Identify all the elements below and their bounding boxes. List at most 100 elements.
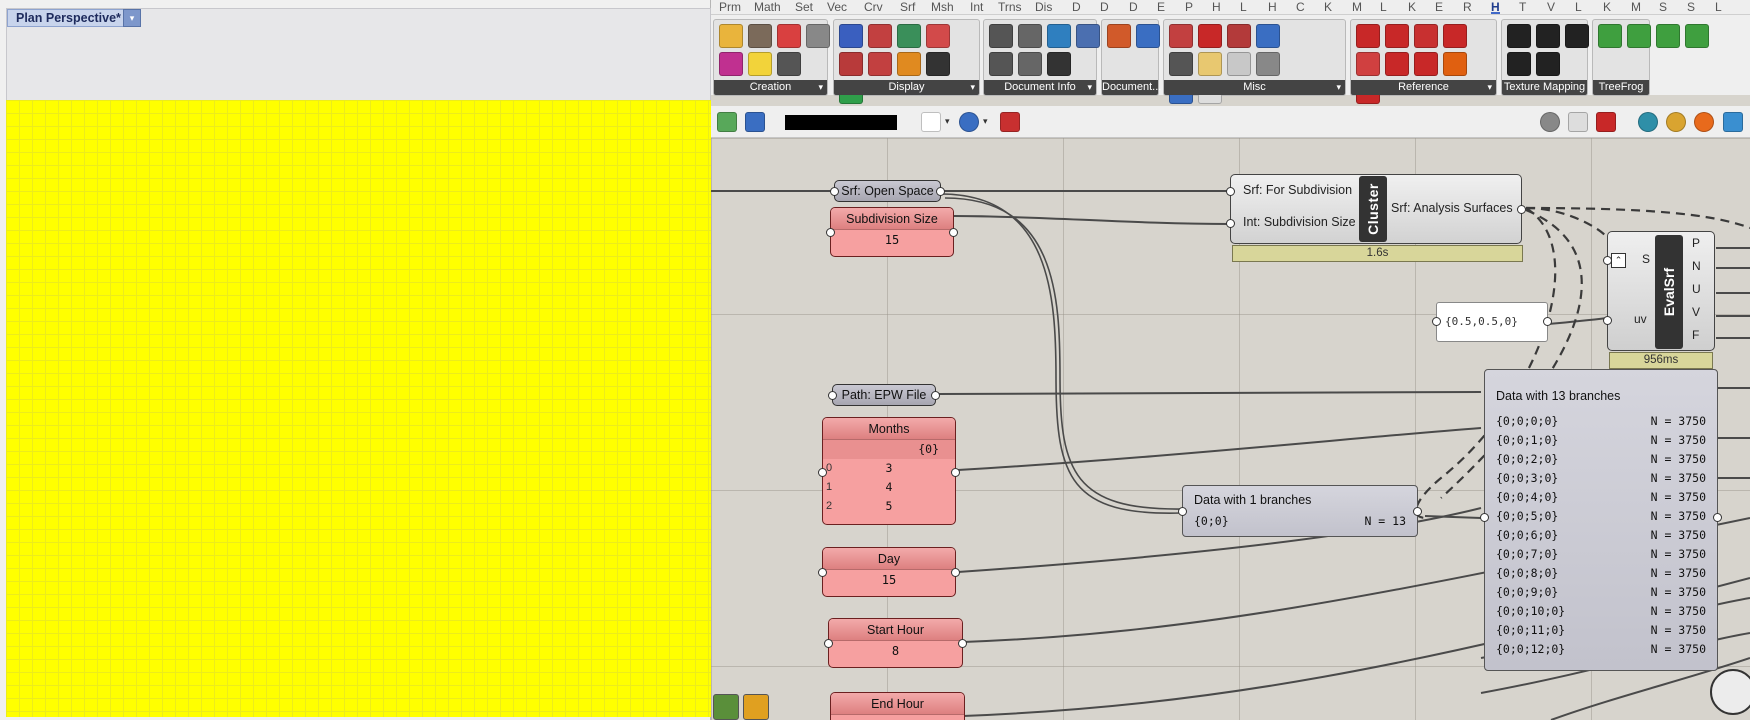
- input-grip[interactable]: [1178, 507, 1187, 516]
- expand-toggle-icon[interactable]: ⌃: [1611, 253, 1626, 268]
- tab-plugin[interactable]: C: [1296, 0, 1305, 14]
- checker-icon[interactable]: [1565, 24, 1589, 48]
- arrow-chart-icon[interactable]: [839, 52, 863, 76]
- tab-plugin[interactable]: D: [1129, 0, 1138, 14]
- table-icon[interactable]: [989, 24, 1013, 48]
- preview-shaded-icon[interactable]: [1540, 112, 1560, 132]
- tab-plugin[interactable]: S: [1659, 0, 1667, 14]
- viewport-title-tab[interactable]: Plan Perspective*: [7, 9, 130, 27]
- document-name-field[interactable]: [785, 115, 897, 130]
- printer-icon[interactable]: [1169, 52, 1193, 76]
- gear-icon[interactable]: [777, 52, 801, 76]
- tab-plugin[interactable]: D: [1100, 0, 1109, 14]
- cross-icon[interactable]: [1443, 52, 1467, 76]
- cluster-component[interactable]: Srf: For Subdivision Int: Subdivision Si…: [1226, 174, 1526, 244]
- bulb-icon[interactable]: [748, 52, 772, 76]
- output-grip[interactable]: [958, 639, 967, 648]
- day-slider[interactable]: Day 15: [818, 547, 960, 597]
- curve-icon[interactable]: [1356, 24, 1380, 48]
- output-grip[interactable]: [931, 391, 940, 400]
- open-file-icon[interactable]: [717, 112, 737, 132]
- cancel-icon[interactable]: [1227, 52, 1251, 76]
- panel-expand-icon[interactable]: ▾: [1487, 80, 1492, 95]
- start-hour-slider[interactable]: Start Hour 8: [824, 618, 967, 668]
- text-tag-icon[interactable]: [926, 52, 950, 76]
- plug-icon[interactable]: [1256, 52, 1280, 76]
- extra-icon[interactable]: [1723, 112, 1743, 132]
- chevron-down-icon[interactable]: ▾: [945, 116, 950, 127]
- subdivision-size-value[interactable]: 15: [831, 230, 953, 250]
- tab-plugin[interactable]: D: [1072, 0, 1081, 14]
- material-icon[interactable]: [1638, 112, 1658, 132]
- layout-icon[interactable]: [1018, 52, 1042, 76]
- tab-plugin-active[interactable]: H: [1491, 0, 1500, 14]
- doc-icon[interactable]: [989, 52, 1013, 76]
- tab-plugin[interactable]: S: [1687, 0, 1695, 14]
- zoom-extents-icon[interactable]: [921, 112, 941, 132]
- open-space-param[interactable]: Srf: Open Space: [830, 180, 945, 202]
- tab-plugin[interactable]: M: [1631, 0, 1641, 14]
- tab-set[interactable]: Set: [795, 0, 813, 14]
- navigation-compass-icon[interactable]: [1710, 669, 1750, 715]
- arrow-icon[interactable]: [1443, 24, 1467, 48]
- curve-chart-icon[interactable]: [868, 24, 892, 48]
- tab-vec[interactable]: Vec: [827, 0, 847, 14]
- panel-expand-icon[interactable]: ▾: [1087, 80, 1092, 95]
- arrow-icon[interactable]: [1385, 24, 1409, 48]
- output-grip[interactable]: [951, 468, 960, 477]
- input-grip[interactable]: [1432, 317, 1441, 326]
- clay-icon[interactable]: [719, 24, 743, 48]
- output-grip[interactable]: [1543, 317, 1552, 326]
- camera-icon[interactable]: [1047, 52, 1071, 76]
- tab-plugin[interactable]: L: [1715, 0, 1722, 14]
- tab-dis[interactable]: Dis: [1035, 0, 1052, 14]
- output-grip[interactable]: [951, 568, 960, 577]
- heart-icon[interactable]: [777, 24, 801, 48]
- tab-msh[interactable]: Msh: [931, 0, 954, 14]
- viewport-canvas[interactable]: [6, 100, 711, 717]
- evalsrf-component[interactable]: ⌃ S uv EvalSrf P N U V F: [1603, 231, 1715, 351]
- rings-icon[interactable]: [1136, 24, 1160, 48]
- tab-int[interactable]: Int: [970, 0, 983, 14]
- panel-expand-icon[interactable]: ▾: [818, 80, 823, 95]
- output-grip[interactable]: [1517, 205, 1526, 214]
- tab-plugin[interactable]: E: [1435, 0, 1443, 14]
- sphere-icon[interactable]: [1666, 112, 1686, 132]
- day-value[interactable]: 15: [823, 570, 955, 590]
- tab-plugin[interactable]: E: [1157, 0, 1165, 14]
- badge-icon[interactable]: [713, 694, 739, 720]
- input-grip[interactable]: [826, 228, 835, 237]
- tab-plugin[interactable]: K: [1324, 0, 1332, 14]
- data-viewer-1-branch[interactable]: Data with 1 branches {0;0} N = 13: [1178, 485, 1422, 537]
- data-viewer-13-branches[interactable]: Data with 13 branches {0;0;0;0} N = 3750{…: [1480, 369, 1722, 671]
- tab-plugin[interactable]: R: [1463, 0, 1472, 14]
- input-grip[interactable]: [828, 391, 837, 400]
- palette-icon[interactable]: [1047, 24, 1071, 48]
- list-icon[interactable]: [1018, 24, 1042, 48]
- grid-icon[interactable]: [1076, 24, 1100, 48]
- color-icon[interactable]: [1694, 112, 1714, 132]
- rainbow-icon[interactable]: [719, 52, 743, 76]
- end-hour-slider[interactable]: End Hour: [830, 692, 965, 720]
- tab-plugin[interactable]: K: [1603, 0, 1611, 14]
- tab-trns[interactable]: Trns: [998, 0, 1022, 14]
- panel-expand-icon[interactable]: ▾: [1336, 80, 1341, 95]
- tree-icon[interactable]: [1227, 24, 1251, 48]
- checker-icon[interactable]: [1507, 24, 1531, 48]
- cancel-icon[interactable]: [1198, 24, 1222, 48]
- input-grip[interactable]: [830, 187, 839, 196]
- tree-icon[interactable]: [1656, 24, 1680, 48]
- viewport-menu-dropdown-icon[interactable]: ▾: [123, 9, 141, 27]
- tab-plugin[interactable]: P: [1185, 0, 1193, 14]
- input-grip[interactable]: [818, 568, 827, 577]
- start-hour-value[interactable]: 8: [829, 641, 962, 661]
- scatter-icon[interactable]: [897, 24, 921, 48]
- preview-selected-icon[interactable]: [1596, 112, 1616, 132]
- brush-icon[interactable]: [1000, 112, 1020, 132]
- checker-icon[interactable]: [1507, 52, 1531, 76]
- cube-icon[interactable]: [806, 24, 830, 48]
- tab-plugin[interactable]: V: [1547, 0, 1555, 14]
- input-grip[interactable]: [1603, 256, 1612, 265]
- grasshopper-canvas[interactable]: Srf: Open Space Subdivision Size 15 Path…: [711, 138, 1750, 720]
- output-grip[interactable]: [1713, 513, 1722, 522]
